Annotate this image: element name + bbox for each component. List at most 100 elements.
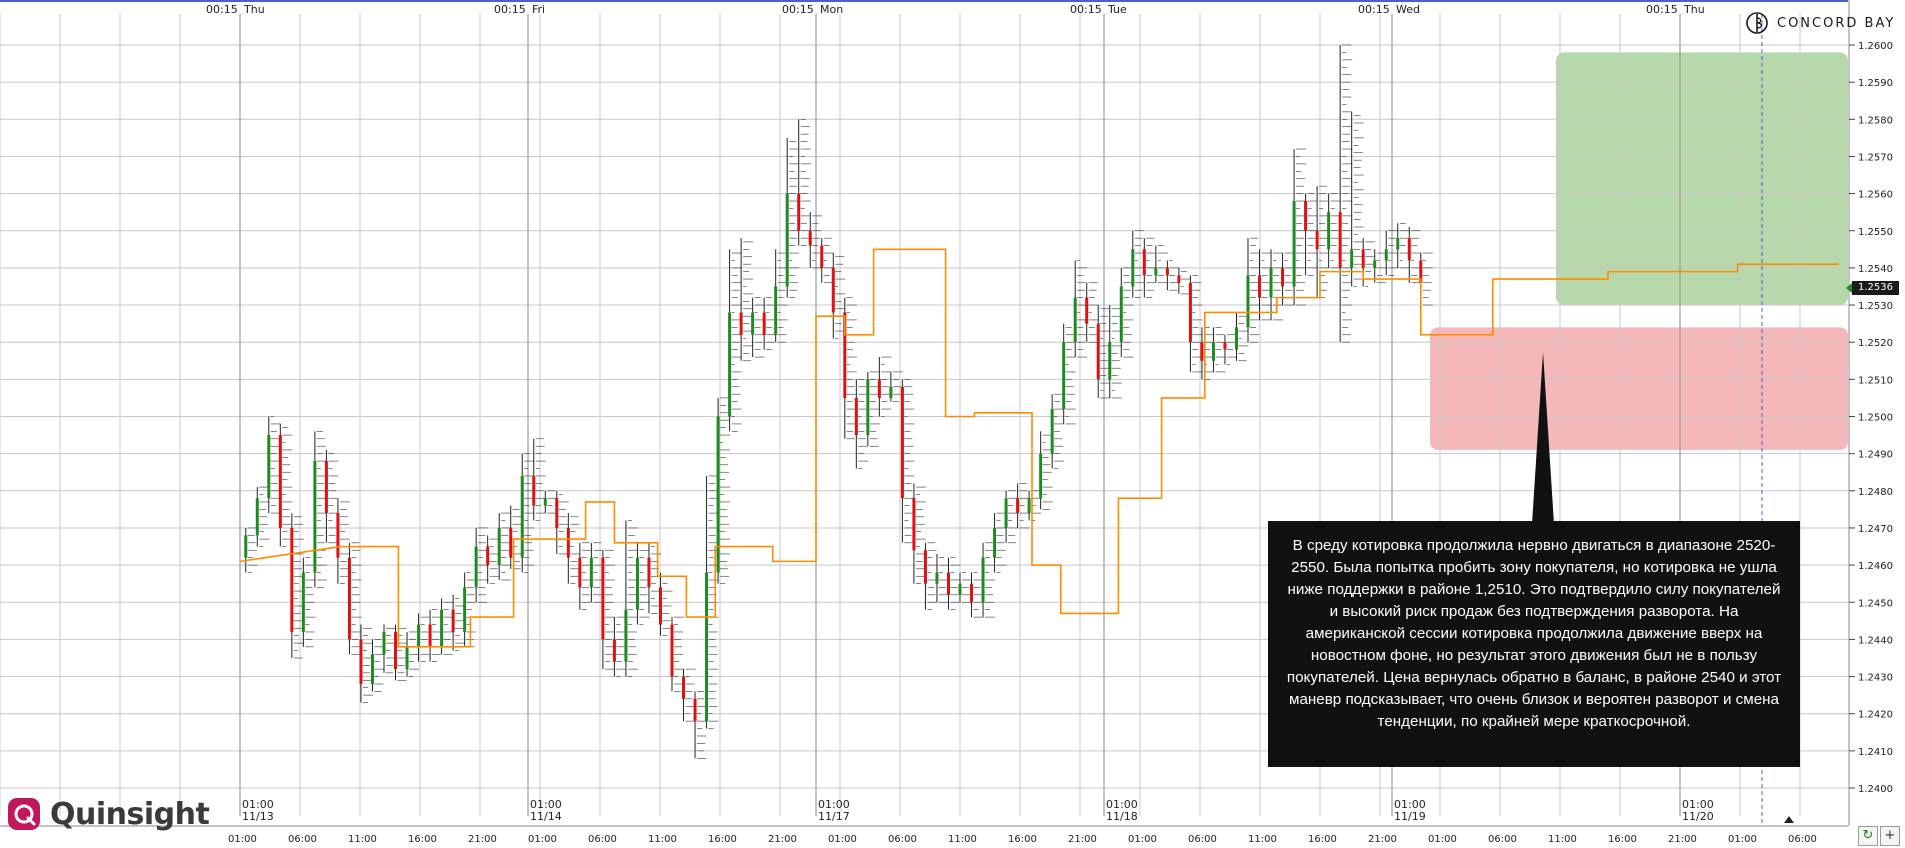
candle-body [1131, 249, 1135, 287]
candle-body [705, 572, 709, 722]
price-axis[interactable]: 1.2600 1.2590 1.2580 1.2570 1.2560 1.2550 1.25… [1846, 0, 1905, 826]
candle-body [1211, 342, 1215, 361]
price-tick-label: 1.2450 [1858, 598, 1893, 609]
candle-body [831, 267, 835, 313]
quinsight-logo-icon [8, 798, 40, 830]
candle-body [970, 583, 974, 603]
candle-body [1407, 238, 1411, 261]
candles-layer [244, 44, 1433, 759]
time-tick-label: 21:00 [468, 834, 497, 845]
candle-body [670, 624, 674, 677]
candle-body [1004, 498, 1008, 528]
candle-body [739, 312, 743, 335]
candle-body [1016, 498, 1020, 514]
candle-body [451, 609, 455, 632]
refresh-button[interactable]: ↻ [1858, 826, 1878, 846]
time-tick-label: 11:00 [1248, 834, 1277, 845]
candle-body [1350, 249, 1354, 268]
quinsight-wordmark: Quinsight [50, 796, 210, 832]
price-tick-label: 1.2550 [1858, 227, 1893, 238]
candle-body [797, 193, 801, 231]
candle-body [751, 312, 755, 335]
day-top-time: 00:15 [782, 3, 814, 16]
candle-body [463, 587, 467, 632]
time-tick-label: 21:00 [768, 834, 797, 845]
candle-body [1234, 327, 1238, 350]
candle-body [612, 639, 616, 662]
quinsight-logo: Quinsight [6, 792, 210, 836]
candle-body [417, 624, 421, 647]
price-tick-label: 1.2570 [1858, 152, 1893, 163]
price-tick-label: 1.2510 [1858, 375, 1893, 386]
day-date: 11/18 [1106, 810, 1138, 823]
candle-body [382, 631, 386, 655]
candle-body [866, 379, 870, 436]
candle-body [1039, 453, 1043, 499]
day-date: 11/14 [530, 810, 562, 823]
candle-body [635, 557, 639, 610]
day-top-weekday: Thu [1683, 3, 1705, 16]
candle-body [532, 475, 536, 506]
candle-body [290, 527, 294, 632]
candle-body [1154, 267, 1158, 276]
candle-body [1258, 275, 1262, 298]
candle-body [601, 557, 605, 640]
price-tick-label: 1.2420 [1858, 710, 1893, 721]
time-tick-label: 11:00 [648, 834, 677, 845]
concord-bay-logo-icon [1746, 12, 1768, 34]
price-tick-label: 1.2400 [1858, 784, 1893, 795]
candle-body [647, 557, 651, 588]
candle-body [912, 498, 916, 551]
candle-body [255, 498, 259, 536]
add-button[interactable]: + [1880, 826, 1900, 846]
candle-body [785, 193, 789, 287]
day-top-weekday: Wed [1396, 3, 1420, 16]
price-tick-label: 1.2520 [1858, 338, 1893, 349]
candle-body [981, 557, 985, 603]
candle-body [313, 461, 317, 573]
candle-body [958, 583, 962, 595]
candle-body [808, 230, 812, 246]
candle-body [820, 245, 824, 268]
candle-body [1304, 201, 1308, 231]
time-tick-label: 01:00 [1728, 834, 1757, 845]
day-top-weekday: Tue [1107, 3, 1127, 16]
brand-block: CONCORD BAY [1745, 6, 1900, 40]
buy_zone [1556, 52, 1848, 306]
candle-body [347, 557, 351, 640]
candle-body [1292, 201, 1296, 287]
top-day-labels: 00:15 Thu 00:15 Fri 00:15 Mon 00:15 Tue 00:15 Wed… [206, 3, 1705, 16]
time-tick-label: 06:00 [288, 834, 317, 845]
candle-body [1269, 267, 1273, 298]
time-tick-label: 16:00 [1008, 834, 1037, 845]
candle-body [1165, 267, 1169, 276]
candle-body [267, 435, 271, 499]
candle-body [658, 587, 662, 625]
time-tick-label: 21:00 [1368, 834, 1397, 845]
candle-body [543, 498, 547, 506]
candle-body [440, 609, 444, 647]
candle-body [278, 435, 282, 528]
candle-body [336, 513, 340, 558]
candle-body [566, 527, 570, 558]
candle-body [497, 527, 501, 566]
time-tick-label: 16:00 [1308, 834, 1337, 845]
candle-body [555, 498, 559, 528]
candle-body [1361, 249, 1365, 268]
time-tick-label: 06:00 [1188, 834, 1217, 845]
candle-body [474, 546, 478, 588]
refresh-icon: ↻ [1862, 828, 1874, 843]
candle-body [1096, 323, 1100, 380]
candle-body [1085, 297, 1089, 324]
analysis-callout: В среду котировка продолжила нервно двиг… [1268, 521, 1800, 767]
candle-body [394, 631, 398, 670]
plus-icon: + [1884, 828, 1896, 843]
price-tick-label: 1.2590 [1858, 78, 1893, 89]
bottom-time-axis[interactable]: 01:00 11/13 01:00 11/14 01:00 11/17 01:00 11/18… [0, 798, 1848, 845]
candle-body [370, 654, 374, 684]
price-tick-label: 1.2540 [1858, 264, 1893, 275]
candle-body [578, 557, 582, 588]
brand-name: CONCORD BAY [1777, 15, 1896, 31]
candle-body [1315, 230, 1319, 250]
price-tick-label: 1.2600 [1858, 41, 1893, 52]
